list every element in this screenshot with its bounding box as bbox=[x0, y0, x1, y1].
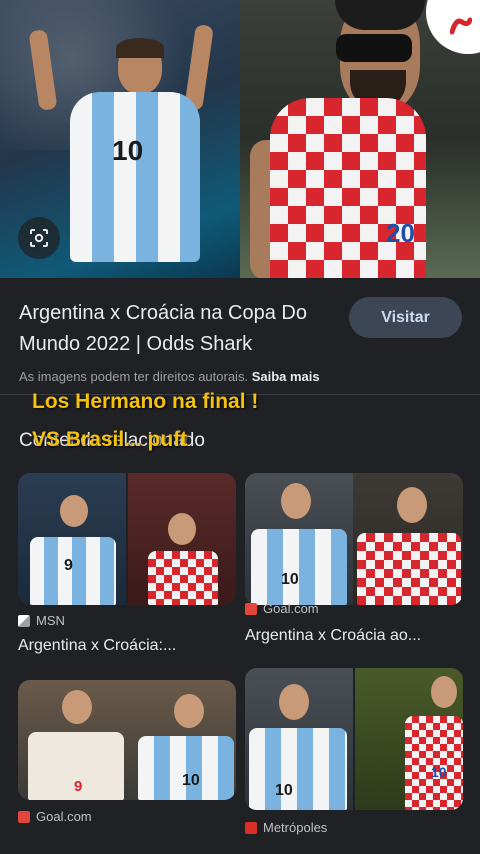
related-card-source: Metrópoles bbox=[245, 820, 327, 835]
goal-icon bbox=[245, 602, 257, 615]
related-card-source: Goal.com bbox=[18, 809, 92, 824]
related-card-thumbnail[interactable]: 10 10 bbox=[245, 668, 463, 810]
related-card-thumbnail[interactable]: 9 10 bbox=[18, 680, 236, 800]
card2-left-number: 10 bbox=[281, 571, 299, 588]
hero-image[interactable]: 10 20 bbox=[0, 0, 480, 278]
overlay-caption-line1: Los Hermano na final ! bbox=[32, 390, 259, 413]
hero-right-jersey-number: 20 bbox=[386, 218, 415, 248]
result-title[interactable]: Argentina x Croácia na Copa Do Mundo 202… bbox=[19, 298, 337, 360]
lens-button[interactable] bbox=[18, 217, 60, 259]
related-card-source: MSN bbox=[18, 613, 65, 628]
related-card[interactable]: 9 MSN Argentina x Croácia:... bbox=[18, 473, 236, 663]
related-card-caption[interactable]: Argentina x Croácia:... bbox=[18, 637, 176, 655]
source-name: Metrópoles bbox=[263, 820, 328, 835]
related-card[interactable]: 10 Goal.com Argentina x Croácia ao... bbox=[245, 473, 463, 663]
card1-left-number: 9 bbox=[64, 557, 73, 574]
related-card[interactable]: 10 10 Metrópoles bbox=[245, 668, 463, 854]
lens-icon bbox=[30, 229, 48, 247]
source-name: Goal.com bbox=[263, 601, 319, 616]
overlay-caption-line2: VS Brasil... puft bbox=[32, 428, 188, 451]
copyright-notice: As imagens podem ter direitos autorais. … bbox=[19, 369, 320, 384]
source-name: Goal.com bbox=[36, 809, 92, 824]
card3-left-number: 9 bbox=[74, 778, 83, 795]
corner-logo-icon bbox=[450, 17, 472, 35]
hero-left-jersey-number: 10 bbox=[112, 135, 144, 166]
related-card-source: Goal.com bbox=[245, 601, 319, 616]
card3-right-number: 10 bbox=[182, 772, 200, 789]
source-name: MSN bbox=[36, 613, 65, 628]
card4-right-number: 10 bbox=[431, 764, 447, 780]
visit-button[interactable]: Visitar bbox=[349, 297, 462, 338]
card4-left-number: 10 bbox=[275, 782, 293, 799]
goal-icon bbox=[18, 810, 30, 823]
related-card-caption[interactable]: Argentina x Croácia ao... bbox=[245, 627, 421, 645]
msn-icon bbox=[18, 614, 30, 627]
related-card-thumbnail[interactable]: 10 bbox=[245, 473, 463, 605]
metropoles-icon bbox=[245, 821, 257, 834]
related-card-thumbnail[interactable]: 9 bbox=[18, 473, 236, 605]
learn-more-link[interactable]: Saiba mais bbox=[252, 369, 320, 384]
copyright-text: As imagens podem ter direitos autorais. bbox=[19, 369, 249, 384]
related-card[interactable]: 9 10 Goal.com bbox=[18, 680, 236, 854]
